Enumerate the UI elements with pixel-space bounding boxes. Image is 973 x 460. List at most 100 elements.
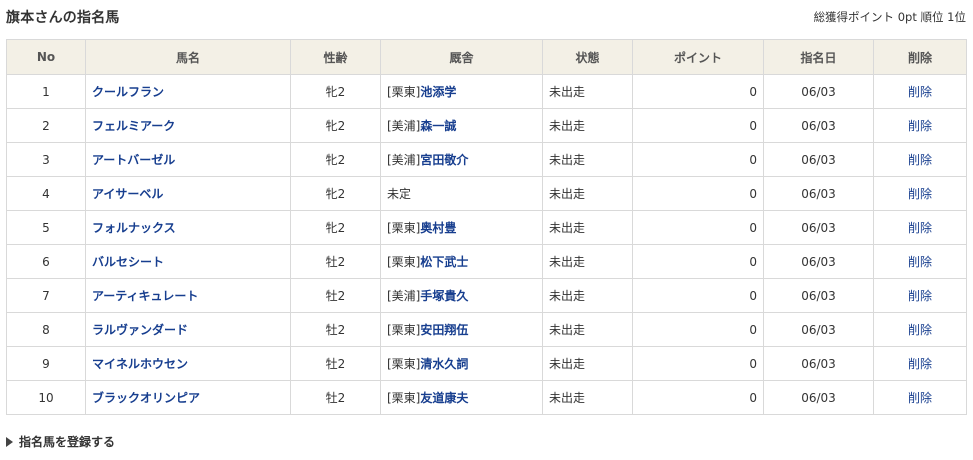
table-header-row: No 馬名 性齢 厩舎 状態 ポイント 指名日 削除 bbox=[6, 39, 967, 75]
cell-horse-name: ラルヴァンダード bbox=[85, 312, 291, 347]
cell-stable: [栗東]清水久詞 bbox=[380, 346, 543, 381]
total-points-value: 0pt bbox=[897, 10, 917, 24]
trainer-link[interactable]: 安田翔伍 bbox=[420, 323, 468, 337]
cell-status: 未出走 bbox=[542, 210, 633, 245]
stable-region: [栗東] bbox=[387, 221, 421, 235]
column-header-date: 指名日 bbox=[763, 39, 874, 75]
trainer-link[interactable]: 森一誠 bbox=[420, 119, 456, 133]
rank-value: 1位 bbox=[947, 10, 966, 24]
cell-points: 0 bbox=[632, 278, 764, 313]
delete-link[interactable]: 削除 bbox=[908, 391, 932, 405]
stable-region: [美浦] bbox=[387, 153, 421, 167]
delete-link[interactable]: 削除 bbox=[908, 187, 932, 201]
cell-no: 7 bbox=[6, 278, 86, 313]
table-row: 8 ラルヴァンダード 牡2 [栗東]安田翔伍 未出走 0 06/03 削除 bbox=[6, 312, 967, 347]
cell-stable: [栗東]松下武士 bbox=[380, 244, 543, 279]
table-row: 2 フェルミアーク 牝2 [美浦]森一誠 未出走 0 06/03 削除 bbox=[6, 108, 967, 143]
horse-name-link[interactable]: バルセシート bbox=[92, 255, 164, 269]
cell-date: 06/03 bbox=[763, 210, 874, 245]
rank-label: 順位 bbox=[920, 10, 944, 24]
delete-link[interactable]: 削除 bbox=[908, 289, 932, 303]
cell-points: 0 bbox=[632, 108, 764, 143]
cell-delete: 削除 bbox=[873, 74, 967, 109]
stable-region: [栗東] bbox=[387, 357, 421, 371]
column-header-delete: 削除 bbox=[873, 39, 967, 75]
cell-date: 06/03 bbox=[763, 278, 874, 313]
cell-stable: [栗東]池添学 bbox=[380, 74, 543, 109]
trainer-link[interactable]: 友道康夫 bbox=[420, 391, 468, 405]
table-row: 9 マイネルホウセン 牡2 [栗東]清水久詞 未出走 0 06/03 削除 bbox=[6, 346, 967, 381]
cell-stable: 未定 bbox=[380, 176, 543, 211]
cell-status: 未出走 bbox=[542, 142, 633, 177]
cell-date: 06/03 bbox=[763, 74, 874, 109]
stable-region: [美浦] bbox=[387, 289, 421, 303]
delete-link[interactable]: 削除 bbox=[908, 153, 932, 167]
cell-points: 0 bbox=[632, 380, 764, 415]
trainer-link[interactable]: 宮田敬介 bbox=[420, 153, 468, 167]
horse-name-link[interactable]: ブラックオリンピア bbox=[92, 391, 200, 405]
cell-no: 6 bbox=[6, 244, 86, 279]
table-row: 10 ブラックオリンピア 牡2 [栗東]友道康夫 未出走 0 06/03 削除 bbox=[6, 380, 967, 415]
cell-date: 06/03 bbox=[763, 244, 874, 279]
cell-stable: [美浦]手塚貴久 bbox=[380, 278, 543, 313]
cell-horse-name: マイネルホウセン bbox=[85, 346, 291, 381]
horse-name-link[interactable]: フェルミアーク bbox=[92, 119, 175, 133]
page: 旗本さんの指名馬 総獲得ポイント 0pt 順位 1位 No 馬名 性齢 厩舎 状… bbox=[0, 0, 973, 460]
cell-points: 0 bbox=[632, 176, 764, 211]
horse-name-link[interactable]: クールフラン bbox=[92, 85, 164, 99]
delete-link[interactable]: 削除 bbox=[908, 323, 932, 337]
cell-no: 1 bbox=[6, 74, 86, 109]
column-header-sex-age: 性齢 bbox=[290, 39, 381, 75]
delete-link[interactable]: 削除 bbox=[908, 255, 932, 269]
cell-delete: 削除 bbox=[873, 278, 967, 313]
table-row: 4 アイサーベル 牝2 未定 未出走 0 06/03 削除 bbox=[6, 176, 967, 211]
trainer-link[interactable]: 松下武士 bbox=[420, 255, 468, 269]
triangle-right-icon bbox=[6, 437, 13, 447]
trainer-link[interactable]: 清水久詞 bbox=[420, 357, 468, 371]
cell-points: 0 bbox=[632, 312, 764, 347]
cell-delete: 削除 bbox=[873, 380, 967, 415]
cell-delete: 削除 bbox=[873, 312, 967, 347]
cell-delete: 削除 bbox=[873, 244, 967, 279]
trainer-link[interactable]: 奥村豊 bbox=[420, 221, 456, 235]
cell-date: 06/03 bbox=[763, 346, 874, 381]
cell-no: 2 bbox=[6, 108, 86, 143]
cell-points: 0 bbox=[632, 346, 764, 381]
cell-stable: [美浦]森一誠 bbox=[380, 108, 543, 143]
cell-status: 未出走 bbox=[542, 108, 633, 143]
horse-name-link[interactable]: アートバーゼル bbox=[92, 153, 175, 167]
cell-status: 未出走 bbox=[542, 176, 633, 211]
delete-link[interactable]: 削除 bbox=[908, 357, 932, 371]
trainer-link[interactable]: 池添学 bbox=[420, 85, 456, 99]
total-points-label: 総獲得ポイント bbox=[813, 10, 895, 24]
cell-delete: 削除 bbox=[873, 176, 967, 211]
cell-horse-name: バルセシート bbox=[85, 244, 291, 279]
horse-name-link[interactable]: フォルナックス bbox=[92, 221, 176, 235]
horse-name-link[interactable]: マイネルホウセン bbox=[92, 357, 188, 371]
cell-status: 未出走 bbox=[542, 278, 633, 313]
cell-status: 未出走 bbox=[542, 312, 633, 347]
horse-name-link[interactable]: アイサーベル bbox=[92, 187, 163, 201]
cell-sex-age: 牡2 bbox=[290, 380, 381, 415]
cell-sex-age: 牡2 bbox=[290, 244, 381, 279]
column-header-points: ポイント bbox=[632, 39, 764, 75]
register-horse-link[interactable]: 指名馬を登録する bbox=[6, 433, 115, 450]
stable-region: [栗東] bbox=[387, 323, 421, 337]
table-row: 7 アーティキュレート 牡2 [美浦]手塚貴久 未出走 0 06/03 削除 bbox=[6, 278, 967, 313]
delete-link[interactable]: 削除 bbox=[908, 85, 932, 99]
cell-date: 06/03 bbox=[763, 142, 874, 177]
trainer-link[interactable]: 手塚貴久 bbox=[420, 289, 468, 303]
cell-points: 0 bbox=[632, 244, 764, 279]
cell-delete: 削除 bbox=[873, 142, 967, 177]
delete-link[interactable]: 削除 bbox=[908, 119, 932, 133]
cell-status: 未出走 bbox=[542, 74, 633, 109]
page-title: 旗本さんの指名馬 bbox=[6, 10, 120, 26]
column-header-no: No bbox=[6, 39, 86, 75]
delete-link[interactable]: 削除 bbox=[908, 221, 932, 235]
cell-date: 06/03 bbox=[763, 312, 874, 347]
horse-name-link[interactable]: アーティキュレート bbox=[92, 289, 198, 303]
cell-horse-name: フェルミアーク bbox=[85, 108, 291, 143]
cell-horse-name: アートバーゼル bbox=[85, 142, 291, 177]
cell-sex-age: 牡2 bbox=[290, 278, 381, 313]
horse-name-link[interactable]: ラルヴァンダード bbox=[92, 323, 188, 337]
